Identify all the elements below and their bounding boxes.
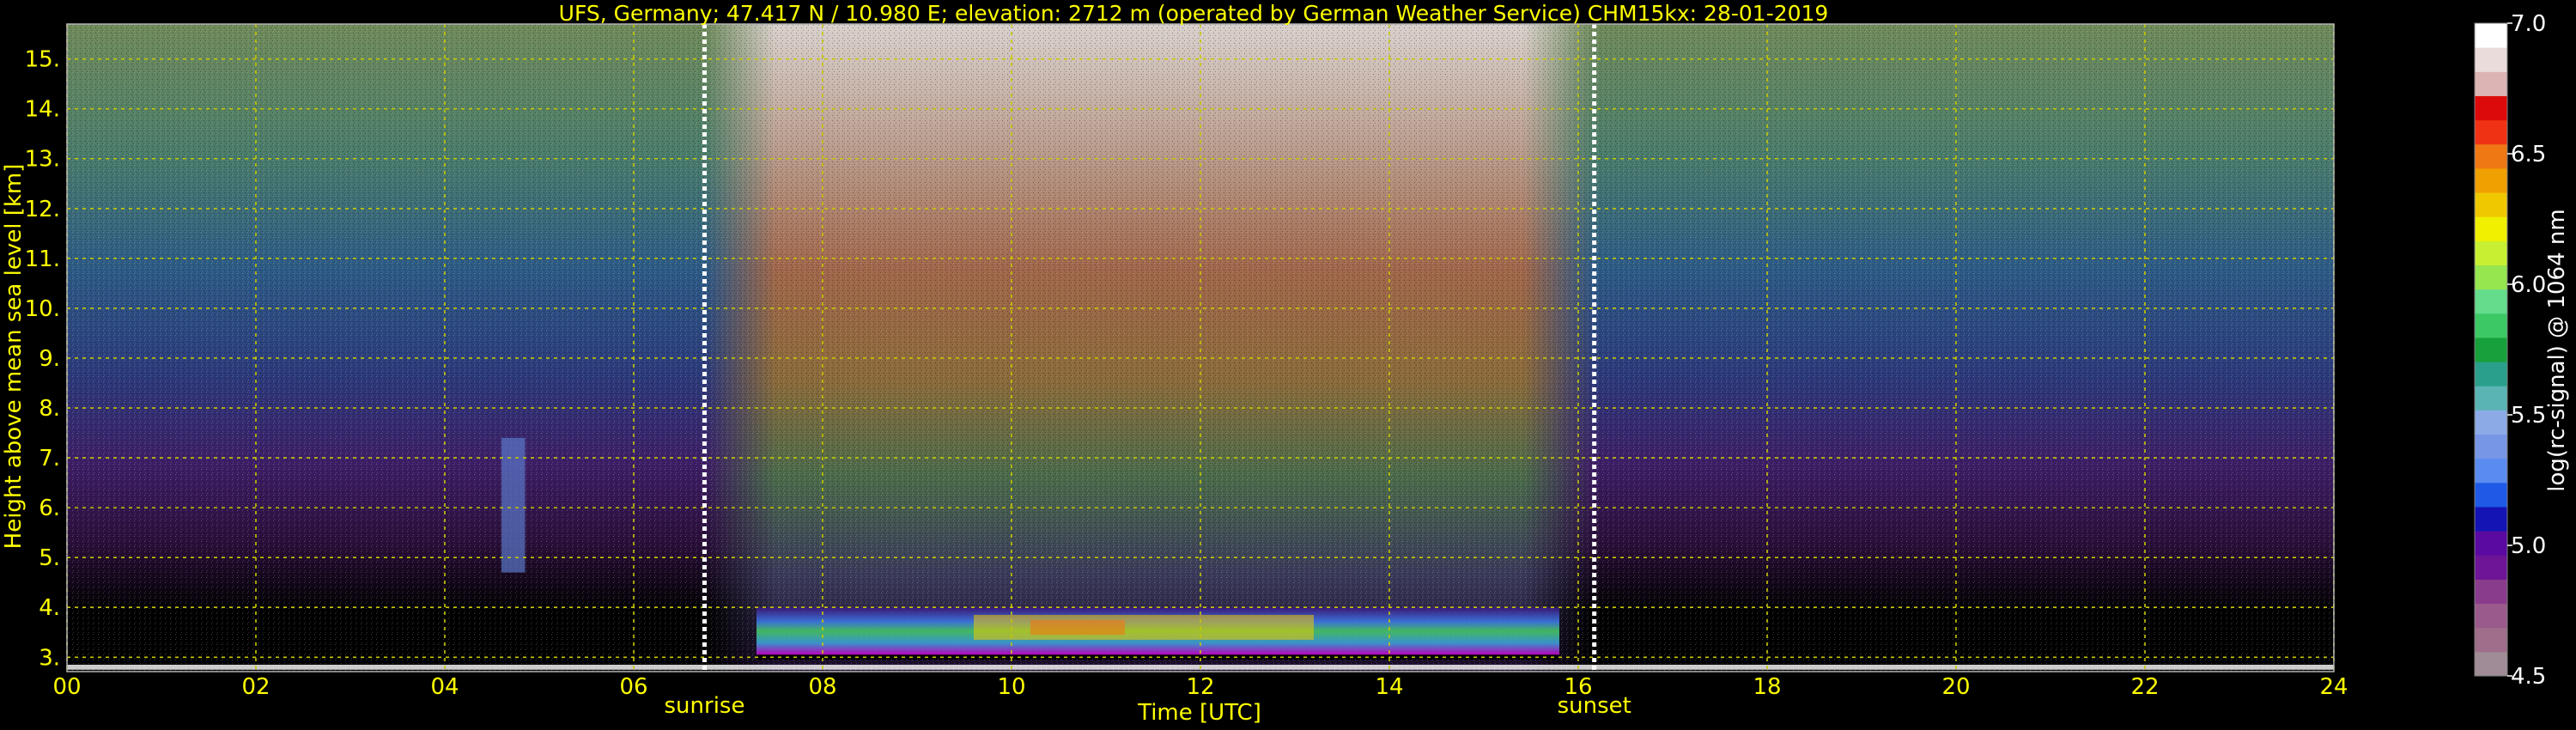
y-tick-label: 8.: [39, 396, 60, 422]
x-tick-label: 04: [430, 674, 459, 700]
y-tick-label: 9.: [39, 346, 60, 372]
colorbar-segment: [2475, 458, 2507, 484]
colorbar-segment: [2475, 337, 2507, 362]
boundary-layer-core: [974, 614, 1314, 640]
x-axis-label: Time [UTC]: [1137, 700, 1261, 726]
x-tick-label: 14: [1375, 674, 1403, 700]
colorbar-segment: [2475, 192, 2507, 217]
colorbar-label: log(rc-signal) @ 1064 nm: [2544, 209, 2570, 491]
colorbar-segment: [2475, 651, 2507, 677]
y-tick-label: 13.: [25, 147, 60, 173]
y-tick-label: 6.: [39, 496, 60, 521]
colorbar-segment: [2475, 579, 2507, 605]
colorbar-segment: [2475, 119, 2507, 145]
colorbar-tick-label: 6.0: [2511, 272, 2546, 298]
colorbar-segment: [2475, 23, 2507, 48]
y-tick-label: 3.: [39, 645, 60, 671]
x-tick-label: 06: [619, 674, 647, 700]
colorbar-segment: [2475, 362, 2507, 386]
x-tick-label: 02: [241, 674, 270, 700]
colorbar-segment: [2475, 216, 2507, 241]
x-tick-label: 24: [2319, 674, 2348, 700]
colorbar-segment: [2475, 434, 2507, 459]
x-tick-label: 10: [997, 674, 1025, 700]
colorbar: 4.5 5.0 5.5 6.0 6.5 7.0: [2474, 11, 2546, 690]
y-tick-label: 12.: [25, 197, 60, 222]
y-tick-label: 11.: [25, 246, 60, 272]
colorbar-segment: [2475, 555, 2507, 580]
y-tick-label: 10.: [25, 296, 60, 322]
colorbar-segment: [2475, 240, 2507, 265]
boundary-layer-peak: [1030, 619, 1125, 636]
colorbar-segment: [2475, 313, 2507, 338]
x-tick-label: 16: [1564, 674, 1592, 700]
x-tick-label: 20: [1941, 674, 1970, 700]
lidar-ceilometer-chart: sunrise sunset 00 02 04 06 08 10 12 14 16 18 20 22 24…: [1, 1, 2570, 726]
x-tick-label: 12: [1186, 674, 1214, 700]
colorbar-segment: [2475, 603, 2507, 629]
colorbar-segment: [2475, 531, 2507, 556]
colorbar-segment: [2475, 627, 2507, 653]
colorbar-segment: [2475, 71, 2507, 96]
colorbar-segment: [2475, 95, 2507, 121]
colorbar-segment: [2475, 289, 2507, 314]
colorbar-tick-label: 4.5: [2511, 664, 2546, 690]
y-axis-label: Height above mean sea level [km]: [1, 164, 27, 550]
colorbar-segment: [2475, 47, 2507, 72]
x-tick-label: 22: [2130, 674, 2159, 700]
y-tick-label: 4.: [39, 595, 60, 621]
y-tick-label: 5.: [39, 545, 60, 571]
colorbar-tick-label: 6.5: [2511, 142, 2546, 167]
chart-title: UFS, Germany; 47.417 N / 10.980 E; eleva…: [559, 1, 1829, 26]
y-tick-label: 15.: [25, 47, 60, 73]
colorbar-segment: [2475, 167, 2507, 193]
thin-layer: [501, 437, 526, 573]
colorbar-segment: [2475, 386, 2507, 411]
colorbar-tick-label: 5.0: [2511, 533, 2546, 559]
x-tick-label: 00: [52, 674, 81, 700]
sunrise-label: sunrise: [665, 693, 745, 719]
colorbar-segment: [2475, 506, 2507, 532]
colorbar-tick-label: 7.0: [2511, 11, 2546, 37]
y-tick-label: 7.: [39, 446, 60, 471]
colorbar-segment: [2475, 143, 2507, 169]
x-tick-label: 18: [1753, 674, 1781, 700]
colorbar-segment: [2475, 482, 2507, 508]
y-tick-label: 14.: [25, 97, 60, 123]
colorbar-tick-label: 5.5: [2511, 403, 2546, 429]
colorbar-segment: [2475, 265, 2507, 290]
colorbar-segment: [2475, 410, 2507, 435]
x-tick-label: 08: [808, 674, 836, 700]
